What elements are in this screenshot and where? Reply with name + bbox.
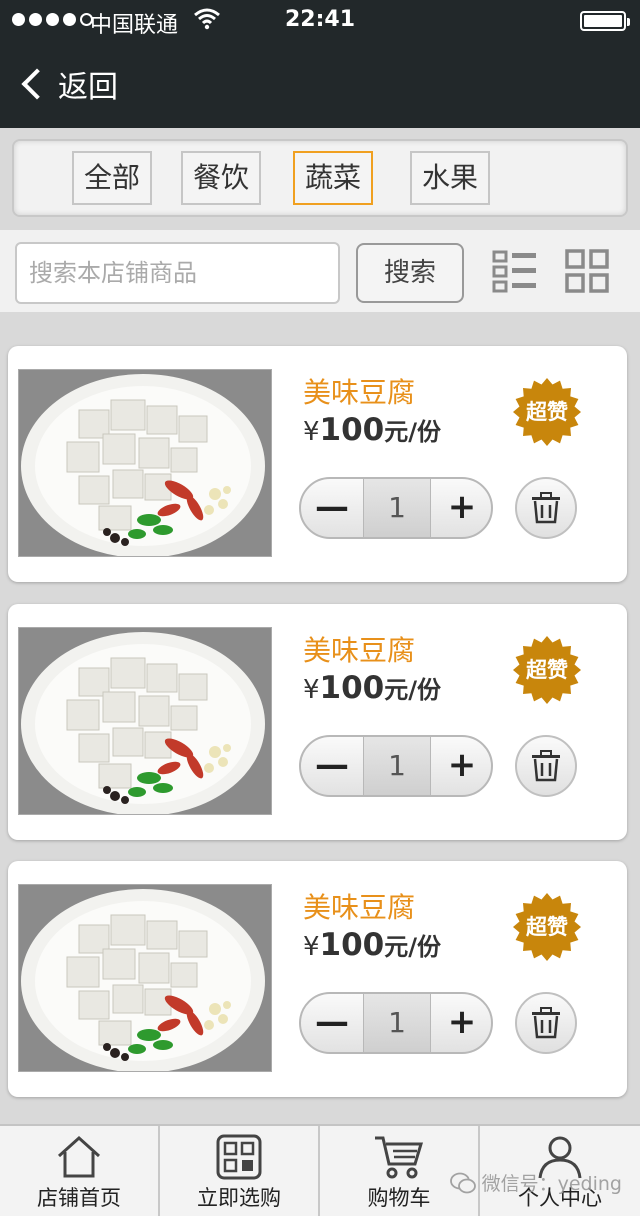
product-price: ¥100元/份: [303, 927, 441, 963]
category-tab-dining[interactable]: 餐饮: [181, 151, 261, 205]
product-price: ¥100元/份: [303, 670, 441, 706]
product-card[interactable]: 美味豆腐 ¥100元/份 超赞 — 1 +: [8, 861, 627, 1097]
increase-quantity-button[interactable]: +: [431, 737, 491, 795]
tab-store-home[interactable]: 店铺首页: [0, 1126, 160, 1216]
product-name: 美味豆腐: [303, 376, 416, 409]
back-button[interactable]: 返回: [16, 62, 118, 106]
product-image[interactable]: [18, 884, 272, 1072]
price-unit: 元/份: [384, 418, 442, 446]
quantity-stepper: — 1 +: [299, 992, 493, 1054]
decrease-quantity-button[interactable]: —: [301, 994, 363, 1052]
product-card[interactable]: 美味豆腐 ¥100元/份 超赞 — 1 +: [8, 346, 627, 582]
shop-icon: [216, 1134, 262, 1180]
delete-button[interactable]: [515, 735, 577, 797]
price-value: 100: [319, 670, 385, 706]
category-tab-vegetables[interactable]: 蔬菜: [293, 151, 373, 205]
grid-view-icon[interactable]: [564, 248, 610, 294]
tab-label: 店铺首页: [37, 1186, 121, 1210]
product-image[interactable]: [18, 369, 272, 557]
quantity-stepper: — 1 +: [299, 735, 493, 797]
category-tab-fruit[interactable]: 水果: [410, 151, 490, 205]
badge-label: 超赞: [526, 400, 568, 424]
chevron-left-icon: [21, 68, 53, 100]
quantity-value[interactable]: 1: [363, 994, 431, 1052]
currency-symbol: ¥: [303, 417, 320, 447]
decrease-quantity-button[interactable]: —: [301, 479, 363, 537]
category-tab-all[interactable]: 全部: [72, 151, 152, 205]
product-name: 美味豆腐: [303, 634, 416, 667]
increase-quantity-button[interactable]: +: [431, 994, 491, 1052]
watermark-text: 微信号：yeding: [481, 1173, 622, 1195]
currency-symbol: ¥: [303, 675, 320, 705]
badge-label: 超赞: [526, 658, 568, 682]
recommend-badge: 超赞: [513, 636, 581, 704]
battery-icon: [580, 11, 630, 31]
back-label: 返回: [58, 70, 118, 105]
product-name: 美味豆腐: [303, 891, 416, 924]
delete-button[interactable]: [515, 477, 577, 539]
price-value: 100: [319, 412, 385, 448]
decrease-quantity-button[interactable]: —: [301, 737, 363, 795]
search-button[interactable]: 搜索: [356, 243, 464, 303]
product-card[interactable]: 美味豆腐 ¥100元/份 超赞 — 1 +: [8, 604, 627, 840]
price-unit: 元/份: [384, 933, 442, 961]
product-price: ¥100元/份: [303, 412, 441, 448]
product-image[interactable]: [18, 627, 272, 815]
quantity-value[interactable]: 1: [363, 737, 431, 795]
quantity-value[interactable]: 1: [363, 479, 431, 537]
navigation-bar: 返回: [0, 42, 640, 128]
recommend-badge: 超赞: [513, 893, 581, 961]
currency-symbol: ¥: [303, 932, 320, 962]
tab-shop-now[interactable]: 立即选购: [160, 1126, 320, 1216]
wechat-watermark: 微信号：yeding: [449, 1169, 622, 1196]
wechat-icon: [449, 1172, 476, 1193]
search-input[interactable]: [15, 242, 340, 304]
cart-icon: [375, 1136, 424, 1179]
status-bar: 中国联通 22:41: [0, 0, 640, 42]
quantity-stepper: — 1 +: [299, 477, 493, 539]
clock: 22:41: [284, 7, 356, 32]
recommend-badge: 超赞: [513, 378, 581, 446]
delete-button[interactable]: [515, 992, 577, 1054]
price-value: 100: [319, 927, 385, 963]
category-filter-bar: 全部 餐饮 蔬菜 水果: [12, 139, 628, 217]
price-unit: 元/份: [384, 676, 442, 704]
badge-label: 超赞: [526, 915, 568, 939]
list-view-icon[interactable]: [492, 248, 538, 294]
search-bar: 搜索: [0, 230, 640, 312]
tab-label: 立即选购: [197, 1186, 281, 1210]
increase-quantity-button[interactable]: +: [431, 479, 491, 537]
home-icon: [57, 1135, 101, 1178]
